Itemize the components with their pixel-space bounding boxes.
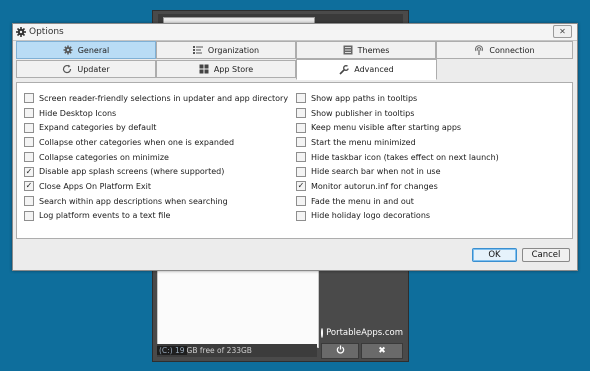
option-row[interactable]: Keep menu visible after starting apps [296, 120, 499, 135]
checkbox[interactable]: ✓ [24, 166, 34, 177]
checkbox[interactable] [296, 210, 306, 221]
option-row[interactable]: Hide Desktop Icons [24, 106, 288, 121]
power-icon [336, 345, 345, 357]
close-icon: ✖ [378, 346, 386, 356]
checkbox[interactable] [296, 196, 306, 207]
option-row[interactable]: Expand categories by default [24, 120, 288, 135]
dialog-titlebar: Options ✕ [13, 24, 577, 41]
checkbox[interactable]: ✓ [24, 181, 34, 192]
refresh-icon [62, 64, 72, 74]
portableapps-logo-icon [321, 328, 324, 338]
tab-organization[interactable]: Organization [156, 41, 296, 59]
option-row[interactable]: ✓ Monitor autorun.inf for changes [296, 179, 499, 194]
portableapps-logo: PortableApps.com [321, 326, 403, 340]
option-label: Show app paths in tooltips [311, 93, 418, 103]
dialog-title: Options [29, 27, 64, 37]
options-dialog: Options ✕ General Organization Themes Co… [12, 23, 578, 271]
tab-label: App Store [213, 64, 254, 74]
checkbox[interactable] [24, 196, 34, 207]
portableapps-logo-text: PortableApps.com [326, 328, 403, 338]
option-row[interactable]: Log platform events to a text file [24, 209, 288, 224]
checkbox[interactable] [296, 122, 306, 133]
option-label: Collapse categories on minimize [39, 152, 169, 162]
antenna-icon [474, 45, 484, 55]
option-label: Disable app splash screens (where suppor… [39, 167, 225, 177]
option-row[interactable]: Collapse categories on minimize [24, 150, 288, 165]
option-label: Hide holiday logo decorations [311, 211, 431, 221]
checkbox[interactable] [24, 137, 34, 148]
option-label: Start the menu minimized [311, 137, 416, 147]
option-row[interactable]: Show app paths in tooltips [296, 91, 499, 106]
checkbox[interactable] [24, 152, 34, 163]
power-button[interactable] [321, 343, 359, 359]
tab-connection[interactable]: Connection [436, 41, 573, 59]
checkbox[interactable] [296, 108, 306, 119]
advanced-options-panel: Screen reader-friendly selections in upd… [16, 82, 573, 239]
checkbox[interactable] [296, 93, 306, 104]
option-row[interactable]: Screen reader-friendly selections in upd… [24, 91, 288, 106]
tab-label: Advanced [354, 65, 394, 74]
option-label: Hide taskbar icon (takes effect on next … [311, 152, 499, 162]
option-row[interactable]: ✓ Disable app splash screens (where suppo… [24, 164, 288, 179]
option-label: Collapse other categories when one is ex… [39, 137, 235, 147]
option-label: Search within app descriptions when sear… [39, 196, 228, 206]
gear-icon [16, 27, 26, 37]
tab-app-store[interactable]: App Store [156, 60, 296, 78]
dialog-close-button[interactable]: ✕ [553, 25, 572, 38]
left-options-column: Screen reader-friendly selections in upd… [24, 91, 288, 223]
ok-button[interactable]: OK [472, 248, 517, 262]
option-row[interactable]: Hide holiday logo decorations [296, 209, 499, 224]
gear-icon [63, 45, 73, 55]
wrench-icon [339, 64, 350, 75]
option-label: Fade the menu in and out [311, 196, 414, 206]
option-row[interactable]: Show publisher in tooltips [296, 106, 499, 121]
option-label: Screen reader-friendly selections in upd… [39, 93, 289, 103]
option-label: Monitor autorun.inf for changes [311, 181, 438, 191]
option-label: Expand categories by default [39, 123, 157, 133]
tab-label: General [77, 45, 110, 55]
option-label: Show publisher in tooltips [311, 108, 415, 118]
option-row[interactable]: Search within app descriptions when sear… [24, 194, 288, 209]
option-row[interactable]: Hide taskbar icon (takes effect on next … [296, 150, 499, 165]
right-options-column: Show app paths in tooltips Show publishe… [296, 91, 499, 223]
option-label: Hide Desktop Icons [39, 108, 117, 118]
menu-app-list-area [157, 266, 319, 348]
tab-label: Connection [489, 45, 535, 55]
checkbox[interactable] [296, 137, 306, 148]
tab-label: Organization [207, 45, 260, 55]
tab-updater[interactable]: Updater [16, 60, 156, 78]
option-row[interactable]: Hide search bar when not in use [296, 164, 499, 179]
themes-icon [343, 45, 353, 55]
tab-themes[interactable]: Themes [296, 41, 436, 59]
cancel-button[interactable]: Cancel [522, 248, 570, 262]
close-icon: ✕ [559, 27, 566, 36]
drive-label: (C:) 19 [157, 346, 187, 355]
option-row[interactable]: Collapse other categories when one is ex… [24, 135, 288, 150]
tab-label: Updater [77, 64, 110, 74]
option-label: Hide search bar when not in use [311, 167, 441, 177]
option-row[interactable]: Start the menu minimized [296, 135, 499, 150]
grid-icon [199, 64, 209, 74]
checkbox[interactable] [296, 152, 306, 163]
option-label: Log platform events to a text file [39, 211, 171, 221]
tab-strip: General Organization Themes Connection U… [16, 41, 573, 82]
checkbox[interactable] [296, 166, 306, 177]
drive-space-bar: (C:) 19 GB free of 233GB [157, 344, 317, 357]
menu-close-button[interactable]: ✖ [361, 343, 403, 359]
checkbox[interactable] [24, 210, 34, 221]
tab-advanced[interactable]: Advanced [296, 59, 437, 80]
tab-general[interactable]: General [16, 41, 156, 59]
checkbox[interactable]: ✓ [296, 181, 306, 192]
list-icon [192, 45, 203, 55]
option-label: Keep menu visible after starting apps [311, 123, 462, 133]
checkbox[interactable] [24, 108, 34, 119]
checkbox[interactable] [24, 122, 34, 133]
checkbox[interactable] [24, 93, 34, 104]
option-row[interactable]: ✓ Close Apps On Platform Exit [24, 179, 288, 194]
option-label: Close Apps On Platform Exit [39, 181, 152, 191]
drive-free-text: GB free of 233GB [186, 346, 252, 355]
tab-label: Themes [357, 45, 390, 55]
option-row[interactable]: Fade the menu in and out [296, 194, 499, 209]
